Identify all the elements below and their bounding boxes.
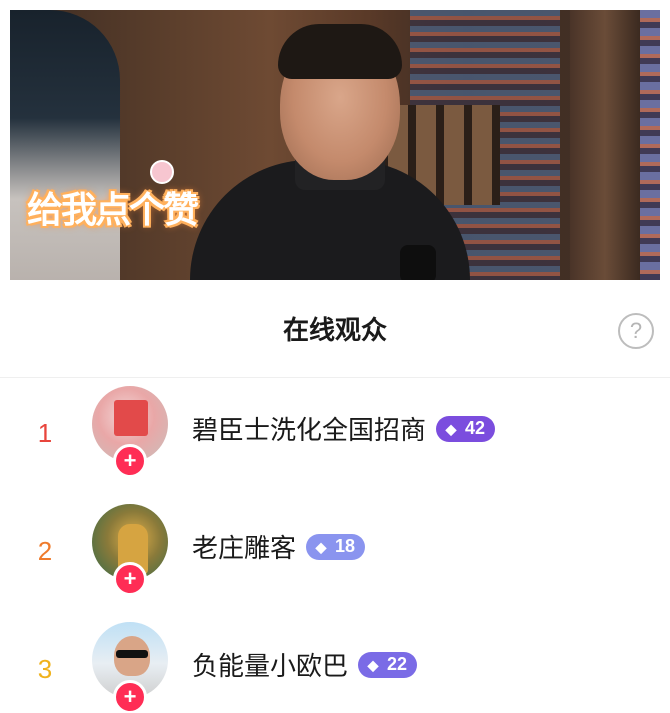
live-video[interactable]: 给我点个赞 <box>10 10 660 280</box>
avatar-wrap: + <box>92 386 170 478</box>
like-sticker: 给我点个赞 <box>26 190 199 231</box>
audience-name-line: 老庄雕客 ◆ 18 <box>192 528 366 565</box>
rank-number: 2 <box>37 536 53 566</box>
audience-name: 碧臣士洗化全国招商 <box>192 416 427 446</box>
audience-row[interactable]: 3 + 负能量小欧巴 ◆ 22 <box>0 614 670 713</box>
audience-row[interactable]: 1 + 碧臣士洗化全国招商 ◆ 42 <box>0 378 670 496</box>
brand-logo <box>114 400 148 436</box>
background-pillar <box>570 10 640 280</box>
background-curtain <box>640 10 660 280</box>
audience-panel-header: 在线观众 ? <box>0 280 670 378</box>
follow-button[interactable]: + <box>113 562 147 596</box>
rank-number: 1 <box>37 418 53 448</box>
avatar-wrap: + <box>92 622 170 713</box>
streamer-hair <box>278 24 402 79</box>
lapel-mic <box>400 245 436 280</box>
panel-title: 在线观众 <box>282 316 387 346</box>
audience-name: 负能量小欧巴 <box>192 652 349 682</box>
level-badge: ◆ 42 <box>436 415 496 442</box>
audience-name: 老庄雕客 <box>192 534 297 564</box>
level-number: 22 <box>387 654 408 674</box>
level-number: 42 <box>465 418 486 438</box>
streamer <box>190 24 470 280</box>
audience-name-line: 负能量小欧巴 ◆ 22 <box>192 646 418 683</box>
follow-button[interactable]: + <box>113 444 147 478</box>
level-number: 18 <box>335 536 356 556</box>
help-icon[interactable]: ? <box>618 313 654 349</box>
follow-button[interactable]: + <box>113 680 147 713</box>
gem-icon: ◆ <box>367 656 379 673</box>
gem-icon: ◆ <box>445 420 457 437</box>
audience-row[interactable]: 2 + 老庄雕客 ◆ 18 <box>0 496 670 614</box>
avatar-wrap: + <box>92 504 170 596</box>
level-badge: ◆ 22 <box>358 651 418 678</box>
level-badge: ◆ 18 <box>306 533 366 560</box>
sunglasses <box>116 650 148 658</box>
rank-number: 3 <box>37 654 53 684</box>
gem-icon: ◆ <box>315 538 327 555</box>
left-person <box>10 10 120 280</box>
audience-name-line: 碧臣士洗化全国招商 ◆ 42 <box>192 410 496 447</box>
